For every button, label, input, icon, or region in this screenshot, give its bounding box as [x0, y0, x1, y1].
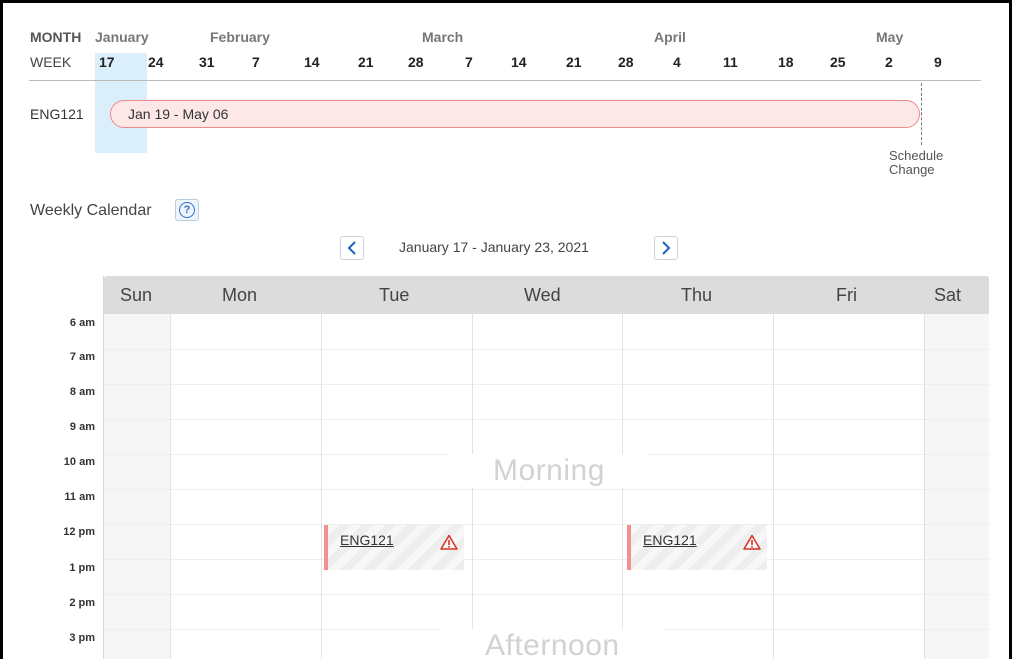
day-header-mon: Mon	[222, 285, 258, 305]
time-label: 10 am	[63, 456, 95, 468]
schedule-change-line: Change	[889, 162, 935, 177]
event-course-link[interactable]: ENG121	[340, 532, 394, 548]
next-week-button[interactable]	[654, 236, 678, 260]
week-row-label: WEEK	[30, 54, 72, 70]
day-column-divider	[170, 314, 171, 659]
warning-icon[interactable]	[440, 534, 458, 550]
week-number: 11	[723, 54, 738, 70]
week-number: 14	[511, 54, 527, 70]
calendar-event[interactable]: ENG121	[324, 525, 464, 570]
month-row-label: MONTH	[30, 29, 82, 45]
week-number: 17	[99, 54, 115, 70]
time-label: 6 am	[69, 317, 95, 329]
period-label-morning: Morning	[449, 454, 649, 488]
schedule-panel: MONTH January February March April May W…	[0, 0, 1012, 659]
help-button[interactable]: ?	[175, 199, 199, 221]
week-number: 21	[358, 54, 374, 70]
week-number: 9	[934, 54, 942, 70]
schedule-change-label: Schedule Change	[889, 149, 943, 177]
weekend-column	[924, 314, 989, 659]
weekend-column	[104, 314, 170, 659]
day-header-sat: Sat	[934, 285, 962, 305]
timeline-course-label: ENG121	[30, 106, 84, 122]
time-label: 3 pm	[69, 632, 95, 644]
week-number: 4	[673, 54, 681, 70]
week-number: 28	[408, 54, 424, 70]
week-range-label: January 17 - January 23, 2021	[399, 239, 589, 255]
day-header-row: Sun Mon Tue Wed Thu Fri Sat	[104, 276, 989, 314]
time-label: 9 am	[69, 421, 95, 433]
course-date-bar[interactable]	[110, 100, 920, 128]
week-number: 18	[778, 54, 794, 70]
chevron-left-icon	[347, 241, 356, 255]
day-column-divider	[321, 314, 322, 659]
weekly-calendar-title: Weekly Calendar	[30, 202, 152, 219]
course-date-range: Jan 19 - May 06	[128, 106, 229, 122]
time-label: 1 pm	[69, 562, 95, 574]
day-header-wed: Wed	[524, 285, 561, 305]
time-label: 7 am	[69, 351, 95, 363]
time-label: 8 am	[69, 386, 95, 398]
chevron-right-icon	[662, 241, 671, 255]
day-header-tue: Tue	[379, 285, 410, 305]
week-number: 7	[465, 54, 473, 70]
calendar-event[interactable]: ENG121	[627, 525, 767, 570]
week-number: 25	[830, 54, 846, 70]
time-label: 11 am	[64, 491, 95, 503]
hour-line	[104, 559, 989, 560]
hour-line	[104, 384, 989, 385]
month-label: March	[422, 29, 464, 45]
day-header-thu: Thu	[681, 285, 713, 305]
week-number: 14	[304, 54, 320, 70]
week-number: 28	[618, 54, 634, 70]
hour-line	[104, 524, 989, 525]
warning-icon[interactable]	[743, 534, 761, 550]
timeline-divider	[29, 80, 981, 81]
week-number: 2	[885, 54, 893, 70]
day-header-sun: Sun	[120, 285, 153, 305]
time-label: 12 pm	[63, 526, 95, 538]
period-label-afternoon: Afternoon	[441, 629, 664, 659]
month-label: May	[876, 29, 904, 45]
month-label: February	[210, 29, 270, 45]
week-number: 24	[148, 54, 164, 70]
hour-line	[104, 489, 989, 490]
month-label: April	[654, 29, 686, 45]
schedule-change-marker	[921, 83, 922, 145]
month-label: January	[95, 29, 149, 45]
day-header-fri: Fri	[836, 285, 857, 305]
hour-line	[104, 594, 989, 595]
week-number: 31	[199, 54, 215, 70]
previous-week-button[interactable]	[340, 236, 364, 260]
time-label: 2 pm	[69, 597, 95, 609]
question-circle-icon: ?	[179, 202, 195, 218]
schedule-change-line: Schedule	[889, 148, 944, 163]
hour-line	[104, 349, 989, 350]
week-number: 7	[252, 54, 260, 70]
weekly-calendar-grid: Sun Mon Tue Wed Thu Fri Sat Morning Afte…	[103, 276, 989, 659]
day-column-divider	[924, 314, 925, 659]
event-course-link[interactable]: ENG121	[643, 532, 697, 548]
week-number: 21	[566, 54, 582, 70]
day-column-divider	[773, 314, 774, 659]
hour-line	[104, 419, 989, 420]
